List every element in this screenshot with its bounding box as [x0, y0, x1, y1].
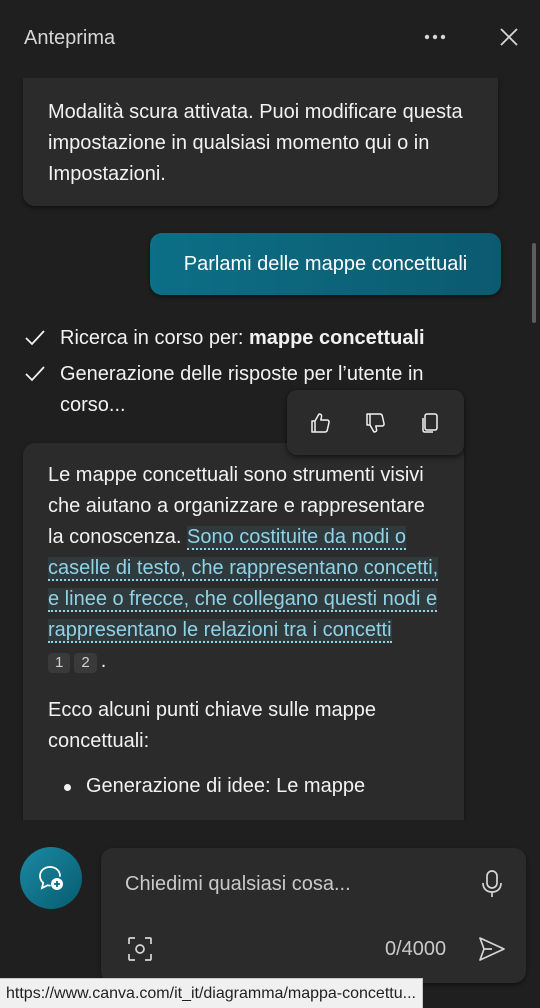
close-button[interactable] [492, 20, 526, 54]
answer-paragraph-2: Ecco alcuni punti chiave sulle mappe con… [48, 699, 376, 752]
message-actions-toolbar [287, 390, 464, 455]
visual-search-button[interactable] [125, 934, 155, 964]
microphone-button[interactable] [477, 866, 507, 902]
status-searching: Ricerca in corso per: mappe concettuali [24, 323, 464, 354]
check-icon [25, 330, 45, 346]
bot-message-answer: Le mappe concettuali sono strumenti visi… [23, 443, 464, 820]
close-icon [500, 28, 518, 46]
answer-bullet-1: Generazione di idee: Le mappe [48, 771, 443, 802]
user-message-text: Parlami delle mappe concettuali [183, 252, 468, 275]
link-status-bar: https://www.canva.com/it_it/diagramma/ma… [0, 978, 423, 1008]
chat-scroll-area[interactable]: Modalità scura attivata. Puoi modificare… [0, 78, 540, 820]
bot-message-notice: Modalità scura attivata. Puoi modificare… [23, 78, 498, 206]
notice-text: Modalità scura attivata. Puoi modificare… [48, 101, 463, 185]
answer-period: . [100, 650, 107, 672]
more-icon [424, 34, 446, 40]
like-button[interactable] [304, 407, 336, 439]
new-chat-icon [39, 866, 63, 890]
send-icon [479, 937, 505, 961]
user-message: Parlami delle mappe concettuali [150, 233, 501, 295]
status-searching-label: Ricerca in corso per: [60, 327, 249, 349]
more-options-button[interactable] [418, 20, 452, 54]
header: Anteprima [0, 0, 540, 78]
microphone-icon [482, 870, 502, 897]
check-icon [25, 366, 45, 382]
answer-content: Le mappe concettuali sono strumenti visi… [48, 460, 443, 802]
copy-icon [422, 413, 438, 433]
citation-2[interactable]: 2 [74, 653, 97, 673]
citation-1[interactable]: 1 [48, 653, 71, 673]
page-title: Anteprima [24, 27, 116, 49]
thumbs-down-icon [366, 413, 385, 433]
send-button[interactable] [475, 932, 509, 966]
dislike-button[interactable] [359, 407, 391, 439]
copy-button[interactable] [414, 407, 446, 439]
image-search-icon [128, 937, 152, 961]
char-counter: 0/4000 [385, 938, 447, 960]
new-topic-button[interactable] [20, 847, 82, 909]
scrollbar[interactable] [532, 243, 536, 323]
search-query: mappe concettuali [248, 327, 425, 349]
thumbs-up-icon [311, 413, 330, 433]
chat-input-box[interactable]: Chiedimi qualsiasi cosa... 0/4000 [101, 848, 526, 983]
chat-input-placeholder[interactable]: Chiedimi qualsiasi cosa... [125, 873, 351, 896]
